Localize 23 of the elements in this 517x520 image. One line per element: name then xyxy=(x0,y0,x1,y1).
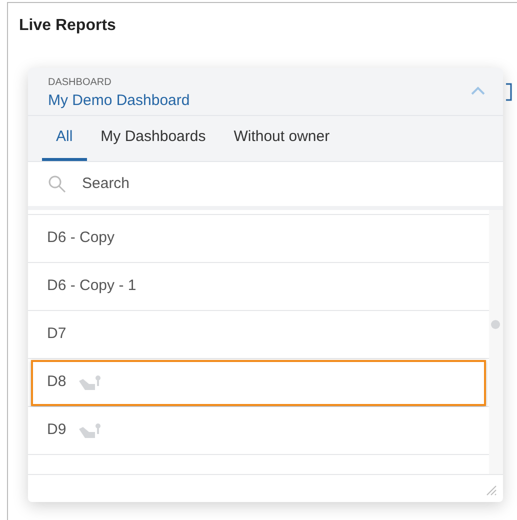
filter-tab[interactable]: My Dashboards xyxy=(86,116,220,161)
dashboard-item[interactable]: D9 xyxy=(28,407,489,455)
search-icon xyxy=(48,175,66,193)
dashboard-item[interactable]: D6 - Copy xyxy=(28,215,489,263)
chevron-up-icon[interactable] xyxy=(471,86,485,95)
scrollbar-track[interactable] xyxy=(489,210,503,474)
dashboard-item[interactable]: D7 xyxy=(28,311,489,359)
dropdown-label: DASHBOARD xyxy=(48,77,112,89)
filter-tab[interactable]: Without owner xyxy=(220,116,344,161)
selected-dashboard: My Demo Dashboard xyxy=(48,91,190,111)
page-title: Live Reports xyxy=(18,16,117,36)
item-label: D9 xyxy=(47,420,66,440)
item-label: D8 xyxy=(47,372,66,392)
item-label: D6 - Copy xyxy=(47,228,115,248)
scrollbar-thumb[interactable] xyxy=(491,320,500,329)
item-label: D7 xyxy=(47,324,66,344)
dashboard-item[interactable]: D6 - Copy - 1 xyxy=(28,263,489,311)
item-label: D6 - Copy - 1 xyxy=(47,276,136,296)
filter-tab[interactable]: All xyxy=(42,116,87,161)
bracket-icon xyxy=(505,83,513,101)
resize-grip-icon[interactable] xyxy=(485,484,497,496)
dropdown-header[interactable]: DASHBOARD My Demo Dashboard xyxy=(28,68,503,116)
dashboard-item[interactable]: D8 xyxy=(28,359,489,407)
